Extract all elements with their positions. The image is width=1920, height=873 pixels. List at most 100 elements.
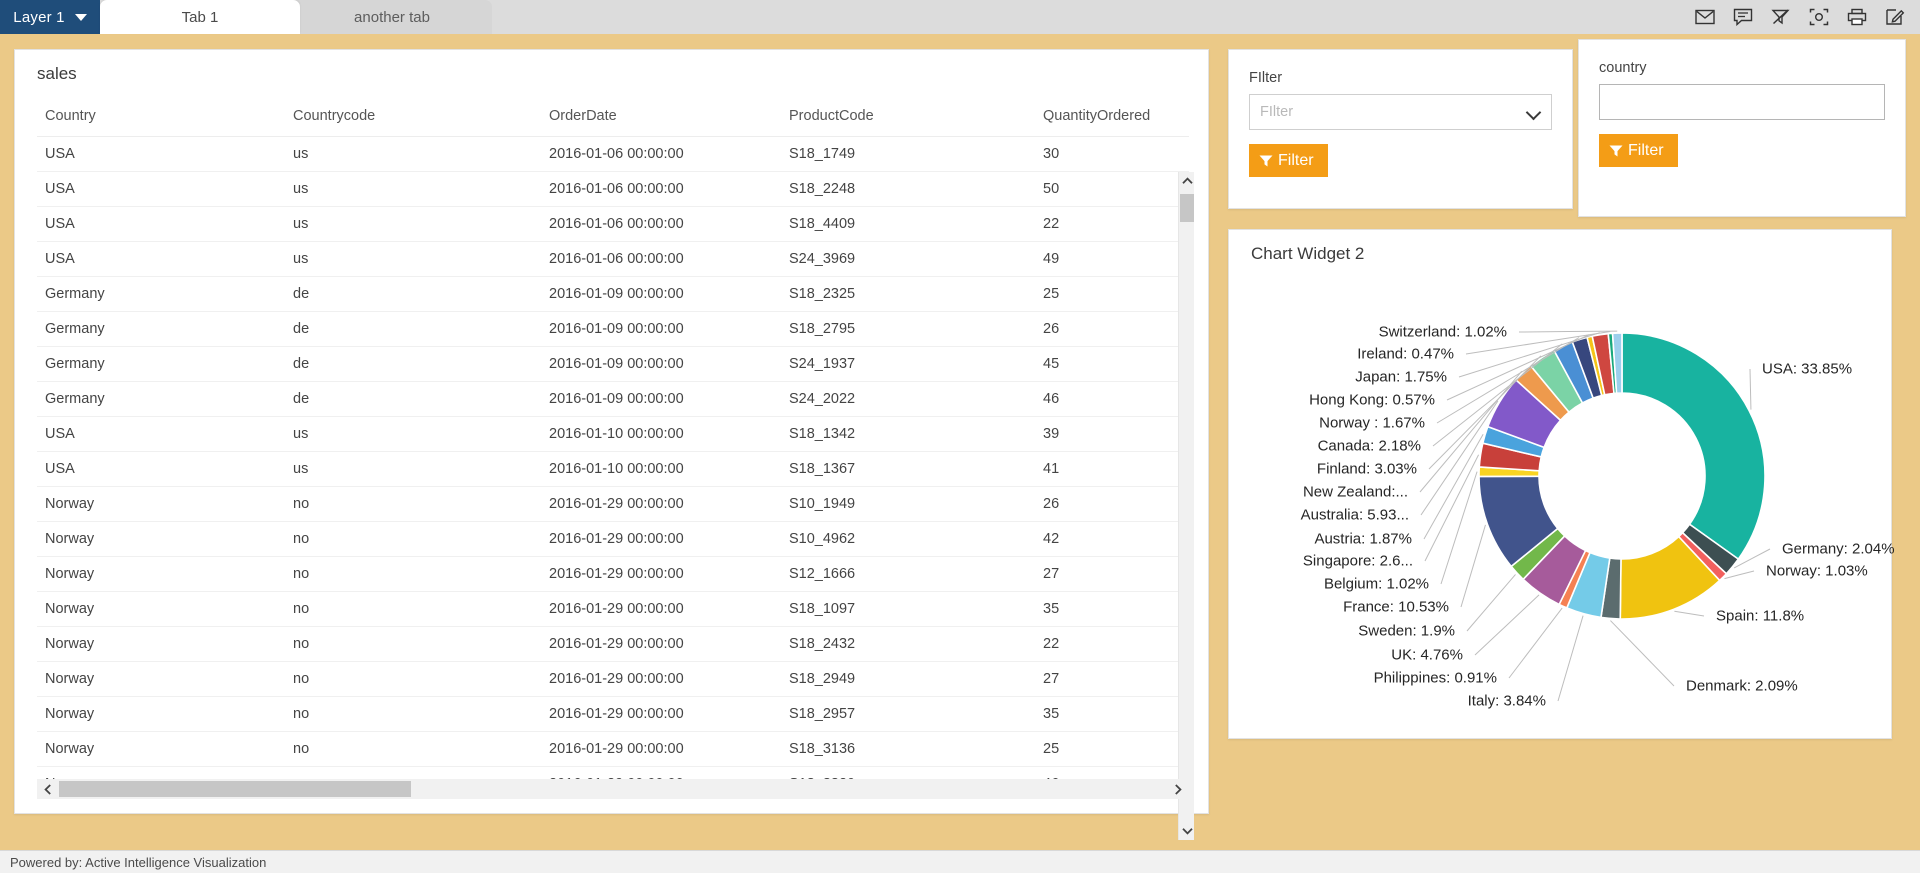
- table-cell: no: [285, 627, 541, 662]
- table-cell: Norway: [37, 557, 285, 592]
- table-cell: 2016-01-29 00:00:00: [541, 627, 781, 662]
- scroll-down-icon[interactable]: [1179, 822, 1195, 840]
- table-row[interactable]: USAus2016-01-06 00:00:00S18_440922: [37, 207, 1189, 242]
- edit-icon[interactable]: [1884, 6, 1906, 28]
- table-cell: USA: [37, 172, 285, 207]
- table-cell: 27: [1035, 662, 1189, 697]
- donut-slice[interactable]: [1622, 333, 1765, 559]
- tab-another-tab[interactable]: another tab: [292, 0, 492, 34]
- horizontal-scroll-track[interactable]: [59, 779, 1167, 799]
- top-toolbar: [1694, 0, 1906, 34]
- table-cell: 2016-01-09 00:00:00: [541, 277, 781, 312]
- table-row[interactable]: USAus2016-01-06 00:00:00S24_396949: [37, 242, 1189, 277]
- scroll-up-icon[interactable]: [1179, 172, 1195, 190]
- tab-label: Tab 1: [182, 9, 219, 26]
- column-header-country[interactable]: Country: [37, 96, 285, 137]
- leader-line: [1558, 616, 1583, 701]
- table-cell: us: [285, 172, 541, 207]
- table-row[interactable]: Norwayno2016-01-29 00:00:00S10_194926: [37, 487, 1189, 522]
- table-cell: 35: [1035, 697, 1189, 732]
- table-cell: Germany: [37, 277, 285, 312]
- table-cell: no: [285, 592, 541, 627]
- layer-selector[interactable]: Layer 1: [0, 0, 100, 34]
- table-cell: S24_3969: [781, 242, 1035, 277]
- comment-icon[interactable]: [1732, 6, 1754, 28]
- slice-label: USA: 33.85%: [1762, 361, 1852, 378]
- table-cell: no: [285, 697, 541, 732]
- table-body: USAus2016-01-06 00:00:00S18_174930USAus2…: [37, 137, 1189, 797]
- country-input[interactable]: [1599, 84, 1885, 120]
- slice-label: Philippines: 0.91%: [1374, 670, 1497, 687]
- filter-select[interactable]: FIlter: [1249, 94, 1552, 130]
- slice-label: France: 10.53%: [1343, 599, 1449, 616]
- table-row[interactable]: Germanyde2016-01-09 00:00:00S18_232525: [37, 277, 1189, 312]
- table-cell: S12_1666: [781, 557, 1035, 592]
- column-header-orderdate[interactable]: OrderDate: [541, 96, 781, 137]
- snapshot-icon[interactable]: [1808, 6, 1830, 28]
- table-cell: 2016-01-29 00:00:00: [541, 732, 781, 767]
- mail-icon[interactable]: [1694, 6, 1716, 28]
- table-cell: 2016-01-29 00:00:00: [541, 557, 781, 592]
- table-cell: S18_2432: [781, 627, 1035, 662]
- table-row[interactable]: Norwayno2016-01-29 00:00:00S12_166627: [37, 557, 1189, 592]
- table-horizontal-scrollbar[interactable]: [37, 779, 1189, 799]
- powered-by-text: Powered by: Active Intelligence Visualiz…: [10, 855, 266, 870]
- table-header: Country Countrycode OrderDate ProductCod…: [37, 96, 1189, 137]
- chevron-down-icon: [1526, 105, 1542, 121]
- table-row[interactable]: USAus2016-01-10 00:00:00S18_136741: [37, 452, 1189, 487]
- table-row[interactable]: Norwayno2016-01-29 00:00:00S18_243222: [37, 627, 1189, 662]
- table-cell: Norway: [37, 522, 285, 557]
- table-cell: 50: [1035, 172, 1189, 207]
- table-cell: 27: [1035, 557, 1189, 592]
- table-cell: no: [285, 557, 541, 592]
- table-row[interactable]: Norwayno2016-01-29 00:00:00S18_109735: [37, 592, 1189, 627]
- table-scroll-region[interactable]: Country Countrycode OrderDate ProductCod…: [37, 96, 1189, 796]
- table-cell: no: [285, 522, 541, 557]
- chevron-down-icon: [75, 14, 87, 21]
- leader-line: [1425, 455, 1479, 561]
- table-cell: 39: [1035, 417, 1189, 452]
- country-filter-button[interactable]: Filter: [1599, 134, 1678, 167]
- table-row[interactable]: USAus2016-01-06 00:00:00S18_174930: [37, 137, 1189, 172]
- slice-label: Norway : 1.67%: [1319, 415, 1425, 432]
- table-cell: S18_3136: [781, 732, 1035, 767]
- filter-select-value: FIlter: [1260, 104, 1293, 120]
- table-row[interactable]: Germanyde2016-01-09 00:00:00S24_202246: [37, 382, 1189, 417]
- donut-chart[interactable]: USA: 33.85%Germany: 2.04%Norway: 1.03%Sp…: [1229, 264, 1893, 726]
- table-cell: S18_2325: [781, 277, 1035, 312]
- print-icon[interactable]: [1846, 6, 1868, 28]
- horizontal-scroll-thumb[interactable]: [59, 781, 411, 797]
- tab-tab-1[interactable]: Tab 1: [100, 0, 300, 34]
- table-cell: S24_2022: [781, 382, 1035, 417]
- leader-line: [1610, 621, 1674, 686]
- table-row[interactable]: Germanyde2016-01-09 00:00:00S18_279526: [37, 312, 1189, 347]
- table-cell: S18_2957: [781, 697, 1035, 732]
- table-row[interactable]: USAus2016-01-10 00:00:00S18_134239: [37, 417, 1189, 452]
- table-row[interactable]: USAus2016-01-06 00:00:00S18_224850: [37, 172, 1189, 207]
- slice-label: Hong Kong: 0.57%: [1309, 392, 1435, 409]
- table-cell: S10_4962: [781, 522, 1035, 557]
- vertical-scroll-thumb[interactable]: [1180, 194, 1194, 222]
- table-cell: S18_1367: [781, 452, 1035, 487]
- filter-apply-button[interactable]: Filter: [1249, 144, 1328, 177]
- table-row[interactable]: Norwayno2016-01-29 00:00:00S18_295735: [37, 697, 1189, 732]
- table-row[interactable]: Norwayno2016-01-29 00:00:00S18_294927: [37, 662, 1189, 697]
- table-row[interactable]: Norwayno2016-01-29 00:00:00S10_496242: [37, 522, 1189, 557]
- column-header-quantityordered[interactable]: QuantityOrdered: [1035, 96, 1189, 137]
- slice-label: Switzerland: 1.02%: [1379, 324, 1507, 341]
- table-cell: 2016-01-06 00:00:00: [541, 242, 781, 277]
- filter-button-label: Filter: [1278, 152, 1314, 170]
- leader-line: [1467, 574, 1516, 631]
- table-cell: USA: [37, 417, 285, 452]
- scroll-right-icon[interactable]: [1167, 779, 1189, 799]
- country-filter-button-label: Filter: [1628, 142, 1664, 160]
- table-cell: S18_2949: [781, 662, 1035, 697]
- column-header-productcode[interactable]: ProductCode: [781, 96, 1035, 137]
- clear-filter-icon[interactable]: [1770, 6, 1792, 28]
- scroll-left-icon[interactable]: [37, 779, 59, 799]
- table-vertical-scrollbar[interactable]: [1178, 172, 1194, 840]
- column-header-countrycode[interactable]: Countrycode: [285, 96, 541, 137]
- table-row[interactable]: Norwayno2016-01-29 00:00:00S18_313625: [37, 732, 1189, 767]
- table-row[interactable]: Germanyde2016-01-09 00:00:00S24_193745: [37, 347, 1189, 382]
- tab-label: another tab: [354, 9, 430, 26]
